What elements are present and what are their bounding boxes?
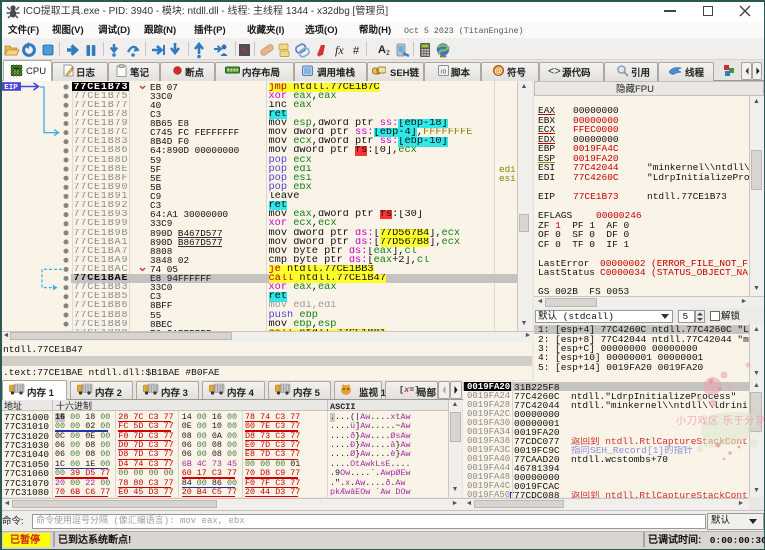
svg-text:<>: <>: [548, 66, 561, 78]
svg-text:EIP: EIP: [4, 84, 18, 92]
svg-text:#: #: [353, 45, 360, 57]
svg-text:z: z: [386, 48, 390, 57]
svg-text:A: A: [378, 44, 386, 56]
svg-text:88: 88: [14, 69, 20, 75]
svg-text:S: S: [242, 46, 248, 57]
svg-text:fx: fx: [335, 43, 344, 57]
svg-text:ıo: ıo: [441, 69, 447, 76]
svg-text:@: @: [495, 67, 503, 76]
